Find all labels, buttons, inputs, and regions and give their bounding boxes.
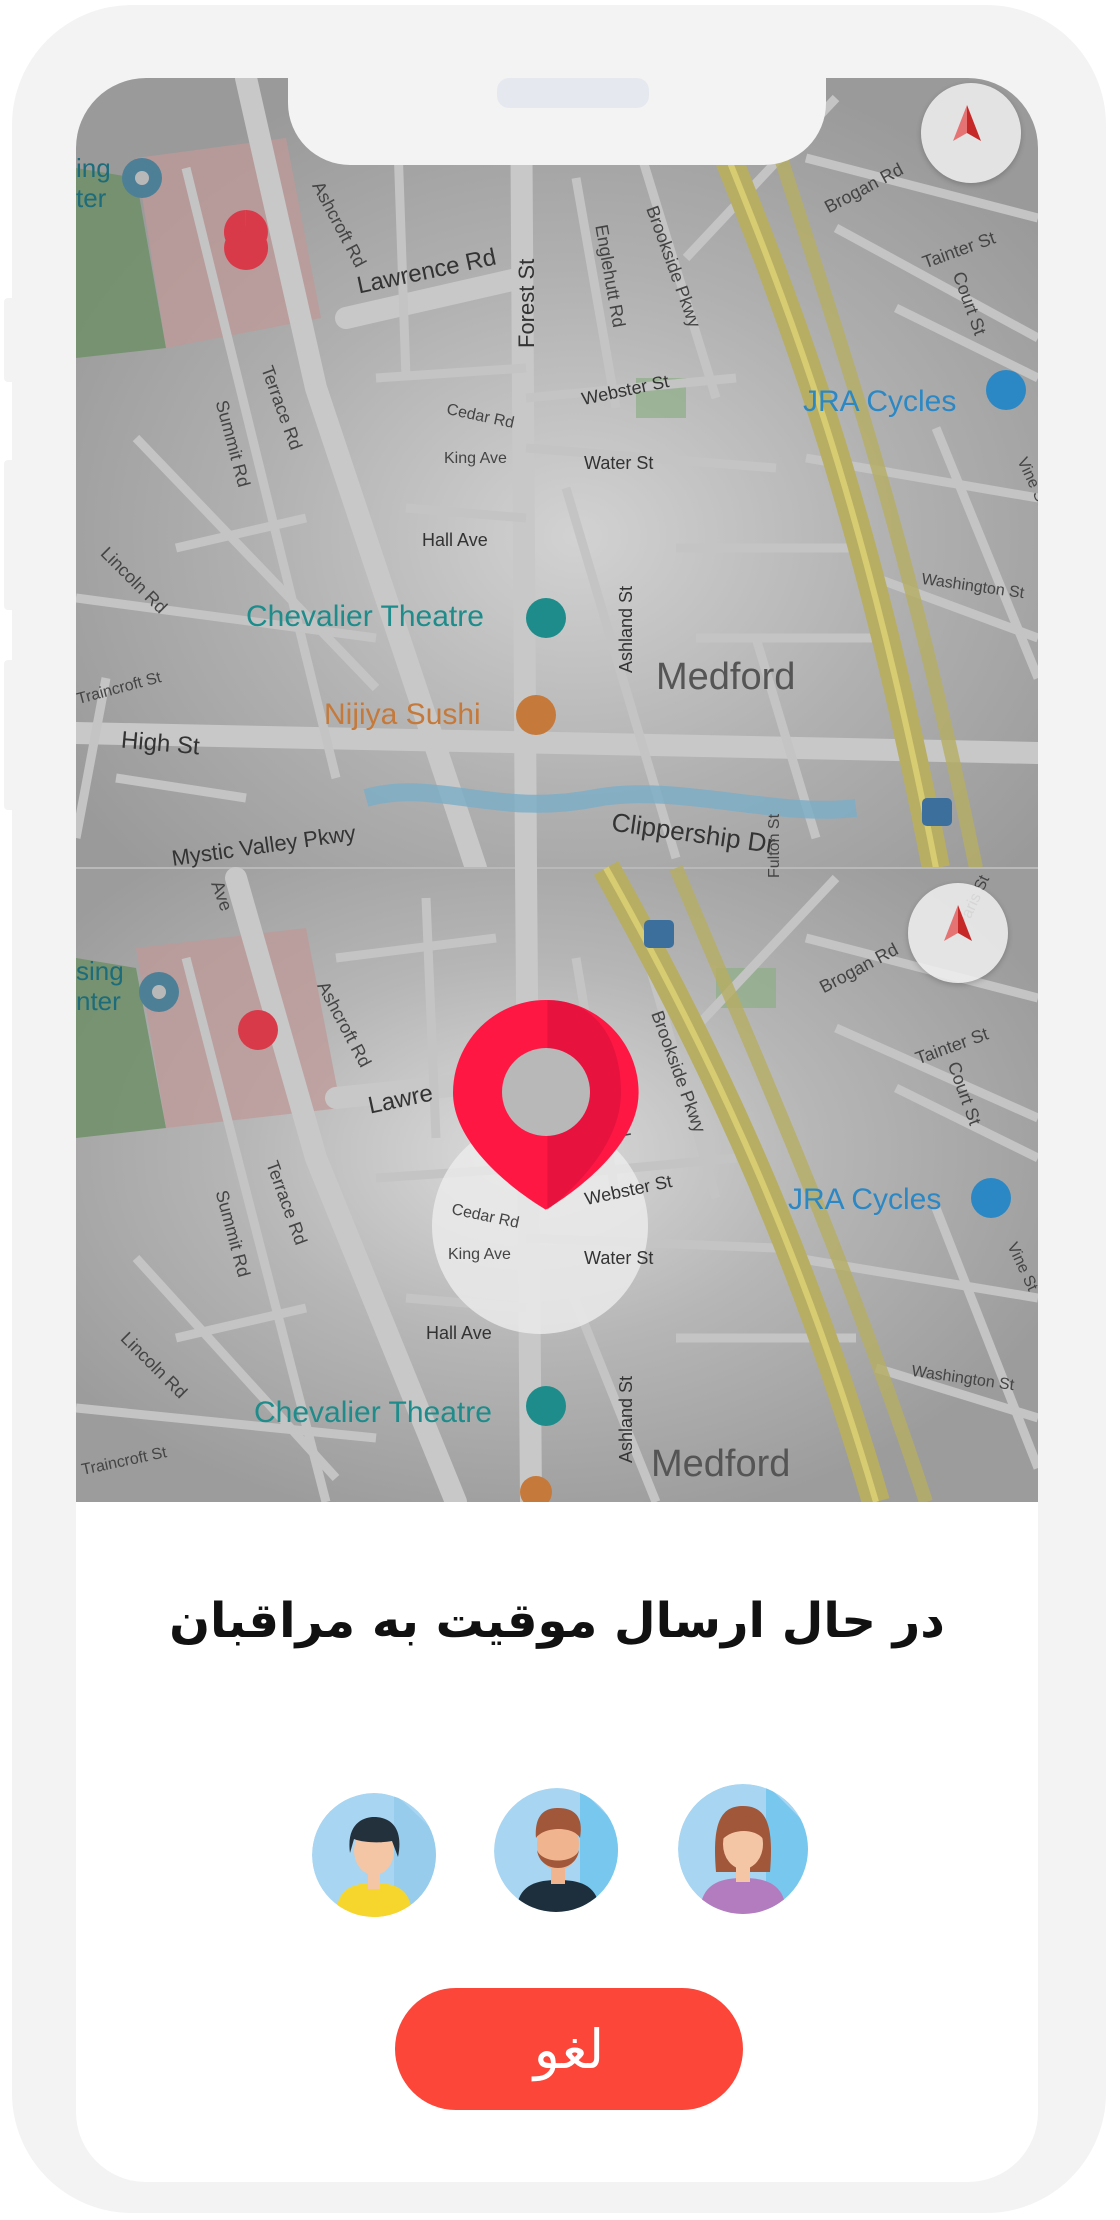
man-avatar-icon [494, 1788, 618, 1912]
restaurant-icon [516, 695, 556, 735]
street-label: Forest St [514, 258, 539, 348]
location-pin-icon [428, 1000, 660, 1340]
place-label: Chevalier Theatre [246, 600, 484, 633]
hospital-marker-icon [238, 1010, 278, 1050]
place-label: JRA Cycles [803, 385, 957, 418]
caregiver-avatar-3 [678, 1784, 808, 1914]
caregiver-avatar-2 [494, 1788, 618, 1912]
woman-avatar-icon [678, 1784, 808, 1914]
side-button [4, 660, 18, 810]
sending-location-title: در حال ارسال موقیت به مراقبان [169, 1593, 945, 1649]
street-label: Hall Ave [422, 530, 488, 550]
compass-button[interactable] [921, 83, 1021, 183]
street-label: Ashland St [616, 585, 636, 673]
place-label: Chevalier Theatre [254, 1396, 492, 1429]
cancel-button[interactable]: لغو [395, 1988, 743, 2110]
hospital-marker-icon [223, 210, 269, 270]
place-label: JRA Cycles [788, 1183, 942, 1216]
music-icon [526, 1386, 566, 1426]
street-label: Fulton St [766, 813, 783, 878]
place-label: ing ter [76, 153, 111, 213]
compass-button[interactable] [908, 883, 1008, 983]
shopping-bag-icon [971, 1178, 1011, 1218]
compass-icon [944, 905, 972, 941]
compass-icon [953, 105, 981, 141]
highway-shield-icon [644, 920, 674, 948]
app-screen: Lawrence Rd Forest St Englehutt Rd Brook… [76, 78, 1038, 2182]
caregiver-avatar-1 [312, 1793, 436, 1917]
speaker-grille [497, 78, 649, 108]
place-label: Medford [656, 656, 796, 698]
street-label: King Ave [444, 450, 507, 467]
street-label: Ashland St [616, 1375, 636, 1463]
place-label: Nijiya Sushi [324, 698, 481, 731]
music-icon [526, 598, 566, 638]
woman-avatar-icon [312, 1793, 436, 1917]
place-label: Medford [651, 1443, 791, 1485]
phone-notch [288, 78, 826, 165]
map-view[interactable]: Lawrence Rd Forest St Englehutt Rd Brook… [76, 78, 1038, 1502]
place-label: sing nter [76, 956, 124, 1016]
side-button [4, 298, 18, 382]
street-label: Water St [584, 453, 654, 473]
shopping-bag-icon [986, 370, 1026, 410]
side-button [4, 460, 18, 610]
highway-shield-icon [922, 798, 952, 826]
